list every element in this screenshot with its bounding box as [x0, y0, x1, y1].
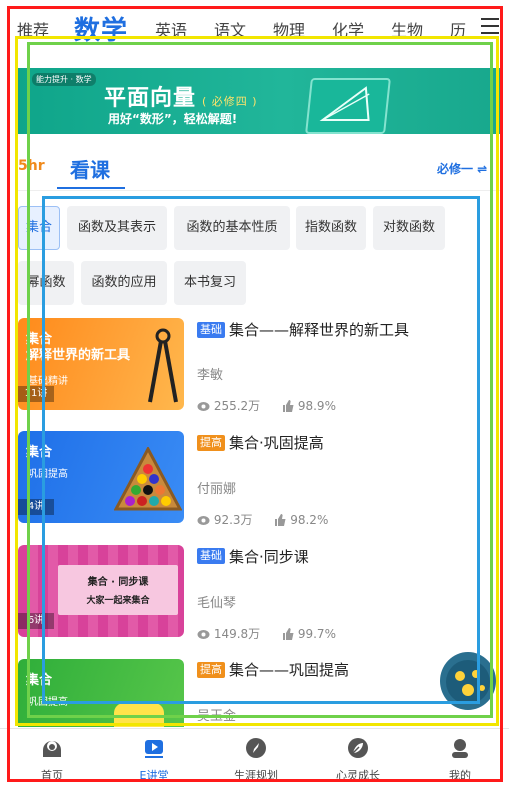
header-left-label: 5hr — [18, 158, 45, 174]
thumbs-up-icon — [283, 400, 294, 412]
view-count: 255.2万 — [213, 399, 261, 413]
like-rate: 99.7% — [297, 627, 336, 641]
chip-book-review[interactable]: 本书复习 — [174, 261, 246, 305]
course-thumbnail[interactable]: 集合 · 同步课 大家一起来集合 6讲 — [18, 545, 184, 637]
course-title[interactable]: 集合·同步课 — [229, 546, 309, 567]
level-badge: 基础 — [197, 322, 225, 338]
like-rate: 98.9% — [297, 399, 336, 413]
nav-profile[interactable]: 我的 — [420, 729, 500, 786]
textbook-switch[interactable]: 必修一 ⇌ — [437, 160, 487, 177]
course-title[interactable]: 集合——解释世界的新工具 — [229, 319, 409, 340]
thumb-title: 集合 解释世界的新工具 — [26, 332, 131, 363]
tab-chemistry[interactable]: 化学 — [332, 17, 364, 41]
chip-functions[interactable]: 函数及其表示 — [67, 206, 167, 250]
thumb-subtitle: 巩固提高 — [28, 469, 68, 480]
tab-math[interactable]: 数学 — [74, 10, 128, 47]
leaf-icon — [348, 738, 368, 758]
subject-tab-bar: 推荐 数学 英语 语文 物理 化学 生物 历 — [0, 0, 509, 56]
course-stats: 255.2万 98.9% — [197, 397, 336, 414]
bottom-nav: 首页 E讲堂 生涯规划 心灵成长 我的 — [0, 728, 509, 786]
chip-sets[interactable]: 集合 — [18, 206, 60, 250]
mascot-illustration — [114, 703, 164, 727]
thumb-title: 集合 — [26, 673, 53, 688]
tab-history[interactable]: 历 — [450, 17, 466, 41]
eye-icon — [197, 516, 210, 525]
nav-home[interactable]: 首页 — [12, 729, 92, 786]
lesson-count-badge: 11讲 — [18, 386, 54, 402]
eye-icon — [197, 630, 210, 639]
user-icon — [452, 739, 468, 758]
teacher-name: 毛仙琴 — [197, 596, 237, 611]
teacher-name: 李敏 — [197, 368, 224, 383]
thumbs-up-icon — [283, 628, 294, 640]
teacher-name: 付丽娜 — [197, 482, 237, 497]
eye-icon — [197, 402, 210, 411]
chip-power-function[interactable]: 幂函数 — [18, 261, 74, 305]
view-count: 92.3万 — [213, 513, 253, 527]
banner-tag: 能力提升 · 数学 — [32, 73, 96, 86]
tab-physics[interactable]: 物理 — [273, 17, 305, 41]
course-title[interactable]: 集合——巩固提高 — [229, 659, 349, 680]
level-badge: 基础 — [197, 548, 225, 564]
lesson-count-badge: 4讲 — [18, 499, 54, 515]
thumb-title: 集合 · 同步课 — [87, 577, 149, 588]
billiard-balls-icon — [114, 447, 182, 511]
banner-subtitle: 用好“数形”，轻松解题! — [108, 112, 238, 126]
thumb-title: 集合 — [26, 445, 53, 460]
lesson-count-badge: 6讲 — [18, 613, 54, 629]
nav-electure[interactable]: E讲堂 — [114, 729, 194, 786]
robot-mascot-icon — [446, 660, 490, 704]
thumb-subtitle: 巩固提高 — [28, 697, 68, 708]
chip-logarithm[interactable]: 对数函数 — [373, 206, 445, 250]
floating-assistant-button[interactable] — [440, 652, 496, 710]
tab-chinese[interactable]: 语文 — [214, 17, 246, 41]
tab-recommend[interactable]: 推荐 — [17, 17, 49, 41]
menu-icon[interactable] — [481, 17, 499, 35]
tab-watch-course[interactable]: 看课 — [70, 154, 110, 183]
chip-function-application[interactable]: 函数的应用 — [81, 261, 167, 305]
thumbs-up-icon — [275, 514, 286, 526]
course-stats: 149.8万 99.7% — [197, 625, 336, 642]
course-title[interactable]: 集合·巩固提高 — [229, 432, 324, 453]
compass-nav-icon — [246, 738, 266, 758]
course-thumbnail[interactable]: 集合 巩固提高 — [18, 659, 184, 727]
tab-english[interactable]: 英语 — [155, 17, 187, 41]
tab-underline — [57, 187, 125, 189]
banner-title-note: ( 必修四 ) — [202, 95, 258, 108]
compass-icon — [148, 328, 178, 403]
promo-banner[interactable]: 能力提升 · 数学 平面向量( 必修四 ) 用好“数形”，轻松解题! — [18, 68, 500, 134]
course-thumbnail[interactable]: 集合 巩固提高 4讲 — [18, 431, 184, 523]
thumb-subtitle: 大家一起来集合 — [86, 596, 150, 606]
nav-career-planning[interactable]: 生涯规划 — [216, 729, 296, 786]
divider — [18, 190, 500, 191]
home-icon — [43, 741, 61, 757]
course-thumbnail[interactable]: 集合 解释世界的新工具 基础精讲 11讲 — [18, 318, 184, 410]
level-badge: 提高 — [197, 662, 225, 678]
teacher-name: 吴玉金 — [197, 709, 237, 721]
chip-function-properties[interactable]: 函数的基本性质 — [174, 206, 290, 250]
thumb-card: 集合 · 同步课 大家一起来集合 — [58, 565, 178, 615]
level-badge: 提高 — [197, 435, 225, 451]
play-video-icon — [145, 740, 163, 758]
tab-biology[interactable]: 生物 — [391, 17, 423, 41]
view-count: 149.8万 — [213, 627, 261, 641]
course-stats: 92.3万 98.2% — [197, 511, 328, 528]
chalkboard-illustration — [305, 78, 391, 134]
chip-exponential[interactable]: 指数函数 — [296, 206, 366, 250]
thumb-subtitle: 基础精讲 — [28, 376, 68, 387]
banner-title: 平面向量( 必修四 ) — [104, 86, 258, 111]
like-rate: 98.2% — [290, 513, 329, 527]
triangle-icon — [319, 86, 370, 121]
nav-mind-growth[interactable]: 心灵成长 — [318, 729, 398, 786]
